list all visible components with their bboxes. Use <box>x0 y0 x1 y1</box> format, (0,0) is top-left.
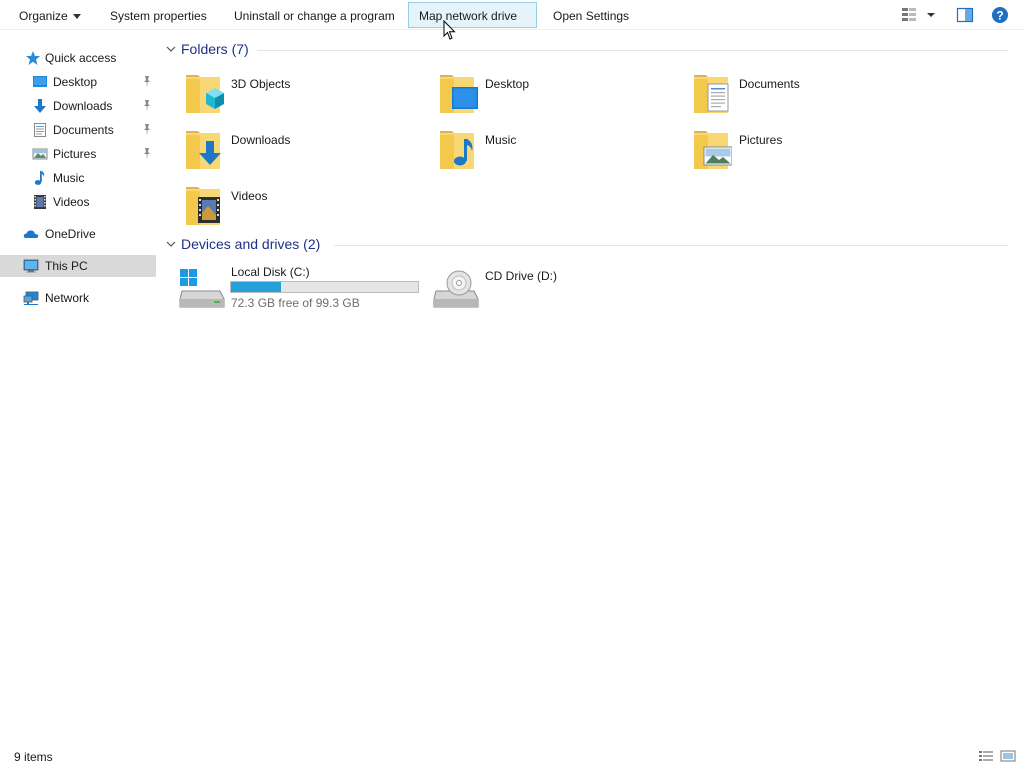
sidebar-item-label: OneDrive <box>45 227 96 241</box>
group-title: Folders (7) <box>181 41 249 57</box>
preview-pane-icon[interactable] <box>956 6 974 24</box>
desktop-folder-icon <box>440 75 478 113</box>
group-divider <box>334 245 1008 246</box>
sidebar-item-quick-access[interactable]: Quick access <box>0 47 156 69</box>
document-icon <box>34 123 46 137</box>
folder-label: 3D Objects <box>231 77 291 91</box>
drive-usage-bar <box>230 281 419 293</box>
uninstall-program-button[interactable]: Uninstall or change a program <box>223 2 406 28</box>
help-icon[interactable]: ? <box>991 6 1009 24</box>
folder-tile-downloads[interactable]: Downloads <box>164 127 404 179</box>
chevron-down-icon <box>72 14 81 20</box>
group-title: Devices and drives (2) <box>181 236 321 252</box>
sidebar-item-label: This PC <box>45 259 88 273</box>
folder-tile-desktop[interactable]: Desktop <box>418 71 658 123</box>
folder-label: Desktop <box>485 77 530 91</box>
status-bar: 9 items <box>0 737 1024 768</box>
details-view-icon[interactable] <box>978 750 994 762</box>
network-icon <box>23 291 39 305</box>
desktop-icon <box>33 76 47 87</box>
folder-tile-pictures[interactable]: Pictures <box>672 127 912 179</box>
pin-icon[interactable] <box>142 123 152 137</box>
navigation-pane: Quick access Desktop Downloads Documents… <box>0 31 156 737</box>
devices-group-header[interactable]: Devices and drives (2) <box>164 234 1016 256</box>
cloud-icon <box>23 230 39 238</box>
film-icon <box>34 195 46 209</box>
windows-drive-icon <box>179 269 225 308</box>
3d-objects-folder-icon <box>186 75 224 113</box>
drive-tile-cd-drive[interactable]: CD Drive (D:) <box>418 263 658 311</box>
drive-usage-fill <box>231 282 282 292</box>
drive-tile-local-disk[interactable]: Local Disk (C:) 72.3 GB free of 99.3 GB <box>164 263 419 311</box>
organize-label: Organize <box>19 9 68 23</box>
sidebar-item-label: Videos <box>53 195 90 209</box>
pin-icon[interactable] <box>142 75 152 89</box>
folder-tile-3d-objects[interactable]: 3D Objects <box>164 71 404 123</box>
sidebar-item-label: Music <box>53 171 85 185</box>
system-properties-button[interactable]: System properties <box>99 2 218 28</box>
pictures-folder-icon <box>694 131 732 169</box>
sidebar-item-music[interactable]: Music <box>0 167 156 189</box>
sidebar-item-label: Quick access <box>45 51 117 65</box>
svg-text:?: ? <box>996 9 1003 23</box>
cd-drive-icon <box>433 270 479 308</box>
download-arrow-icon <box>34 99 46 113</box>
drive-label: Local Disk (C:) <box>231 265 310 279</box>
pictures-icon <box>32 148 48 160</box>
chevron-down-icon[interactable] <box>166 239 176 249</box>
folder-tile-documents[interactable]: Documents <box>672 71 912 123</box>
open-settings-button[interactable]: Open Settings <box>542 2 640 28</box>
pin-icon[interactable] <box>142 147 152 161</box>
content-pane: Folders (7) 3D Objects Desktop Documents <box>164 31 1024 737</box>
sidebar-item-onedrive[interactable]: OneDrive <box>0 223 156 245</box>
sidebar-item-downloads[interactable]: Downloads <box>0 95 156 117</box>
map-network-drive-button[interactable]: Map network drive <box>408 2 537 28</box>
folder-label: Music <box>485 133 517 147</box>
chevron-down-icon[interactable] <box>166 44 176 54</box>
videos-folder-icon <box>186 187 220 225</box>
folder-label: Downloads <box>231 133 291 147</box>
folder-tile-videos[interactable]: Videos <box>164 183 404 235</box>
sidebar-item-label: Downloads <box>53 99 113 113</box>
group-divider <box>257 50 1008 51</box>
sidebar-item-videos[interactable]: Videos <box>0 191 156 213</box>
large-icons-view-icon[interactable] <box>1000 750 1016 762</box>
folder-label: Pictures <box>739 133 783 147</box>
star-icon <box>26 51 40 65</box>
sidebar-item-label: Pictures <box>53 147 97 161</box>
sidebar-item-label: Documents <box>53 123 114 137</box>
music-note-icon <box>34 171 45 185</box>
computer-icon <box>23 259 39 273</box>
folders-group-header[interactable]: Folders (7) <box>164 39 1016 61</box>
sidebar-item-this-pc[interactable]: This PC <box>0 255 156 277</box>
drive-free-space: 72.3 GB free of 99.3 GB <box>231 296 360 310</box>
sidebar-item-pictures[interactable]: Pictures <box>0 143 156 165</box>
command-bar: Organize System properties Uninstall or … <box>0 0 1024 30</box>
documents-folder-icon <box>694 75 729 113</box>
folder-label: Videos <box>231 189 268 203</box>
sidebar-item-label: Desktop <box>53 75 98 89</box>
sidebar-item-desktop[interactable]: Desktop <box>0 71 156 93</box>
drive-label: CD Drive (D:) <box>485 269 557 283</box>
organize-button[interactable]: Organize <box>8 2 92 28</box>
downloads-folder-icon <box>186 131 221 169</box>
folder-tile-music[interactable]: Music <box>418 127 658 179</box>
change-view-icon[interactable] <box>900 6 940 24</box>
sidebar-item-label: Network <box>45 291 90 305</box>
music-folder-icon <box>440 131 474 169</box>
item-count: 9 items <box>14 750 53 764</box>
pin-icon[interactable] <box>142 99 152 113</box>
sidebar-item-network[interactable]: Network <box>0 287 156 309</box>
folder-label: Documents <box>739 77 800 91</box>
sidebar-item-documents[interactable]: Documents <box>0 119 156 141</box>
